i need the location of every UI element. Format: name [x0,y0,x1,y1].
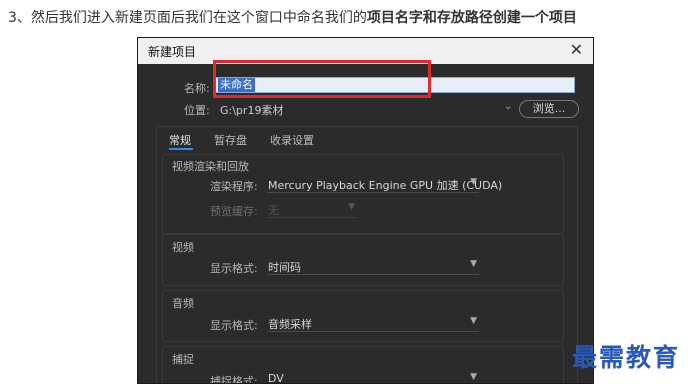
chevron-down-icon[interactable]: ⌄ [504,101,512,112]
renderer-value: Mercury Playback Engine GPU 加速 (CUDA) [268,179,503,192]
audio-display-format-label: 显示格式: [210,319,258,332]
renderer-label: 渲染程序: [210,180,258,193]
renderer-dropdown[interactable]: Mercury Playback Engine GPU 加速 (CUDA) ▼ [267,176,502,193]
capture-format-value: DV [268,372,284,384]
preview-cache-value: 无 [268,204,279,217]
close-icon[interactable]: ✕ [570,40,583,59]
audio-display-format-dropdown[interactable]: 音频采样 ▼ [267,315,479,332]
video-render-title: 视频渲染和回放 [172,160,249,173]
tab-ingest-settings[interactable]: 收录设置 [270,132,314,148]
highlight-box [213,60,431,98]
location-select[interactable]: G:\pr19素材 [220,102,283,118]
capture-title: 捕捉 [172,353,194,366]
location-label: 位置: [184,104,210,117]
video-display-format-label: 显示格式: [210,262,258,275]
tab-scratch-disks[interactable]: 暂存盘 [214,132,247,148]
instruction-text: 3、然后我们进入新建页面后我们在这个窗口中命名我们的项目名字和存放路径创建一个项… [8,7,577,27]
instruction-bold: 项目名字和存放路径创建一个项目 [366,10,577,26]
capture-format-label: 捕捉格式: [210,375,258,384]
chevron-down-icon: ▼ [470,316,477,326]
watermark-logo: 最需教育 [572,343,681,372]
preview-cache-label: 预览缓存: [210,205,258,218]
dialog-title: 新建项目 [148,45,197,59]
browse-button[interactable]: 浏览... [519,100,579,118]
video-display-format-value: 时间码 [268,261,301,274]
chevron-down-icon: ▼ [470,372,477,382]
preview-cache-dropdown: 无 ▼ [267,201,357,218]
chevron-down-icon: ▼ [470,177,477,187]
chevron-down-icon: ▼ [348,202,355,212]
tab-general[interactable]: 常规 [169,132,191,148]
video-display-format-dropdown[interactable]: 时间码 ▼ [267,258,479,275]
instruction-prefix: 3、然后我们进入新建页面后我们在这个窗口中命名我们的 [8,10,367,26]
audio-title: 音频 [172,297,194,310]
capture-format-dropdown[interactable]: DV ▼ [267,371,479,384]
active-tab-indicator [169,148,193,150]
chevron-down-icon: ▼ [470,259,477,269]
video-title: 视频 [172,241,194,254]
audio-display-format-value: 音频采样 [268,318,312,331]
name-label: 名称: [184,82,210,95]
